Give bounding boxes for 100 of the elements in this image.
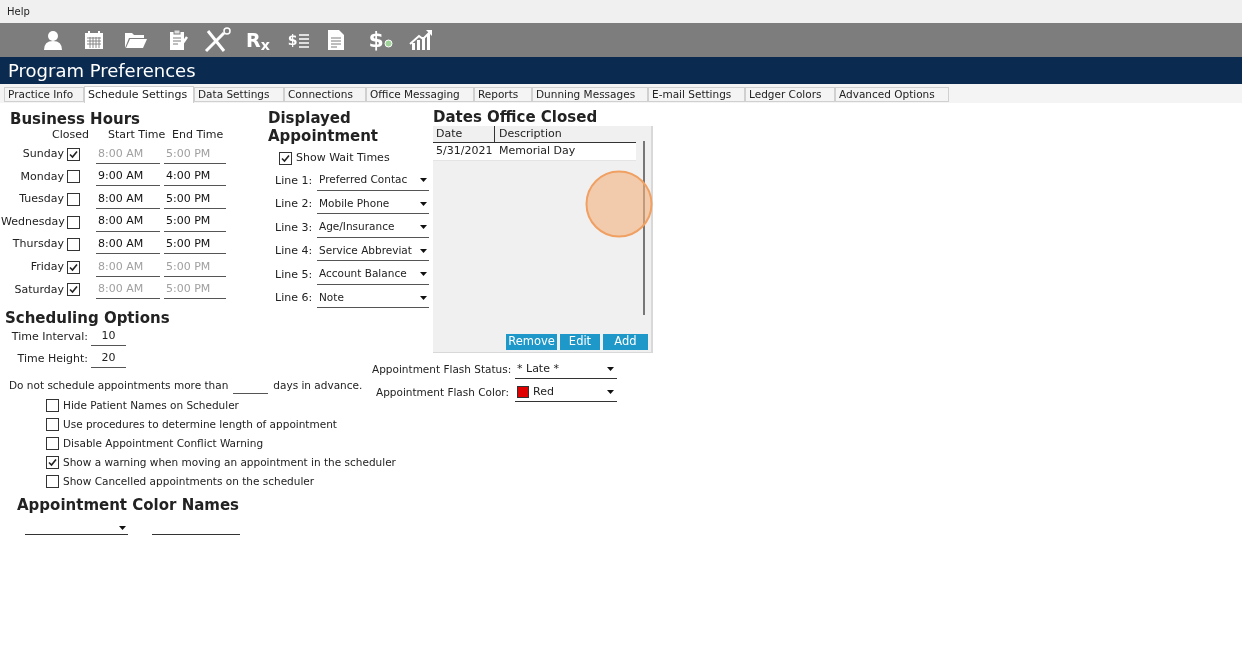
column-header: Closed — [52, 126, 90, 143]
dropdown[interactable]: Preferred Contac — [317, 170, 429, 191]
field-label: days in advance. — [273, 378, 363, 394]
tab[interactable]: Schedule Settings — [84, 86, 194, 103]
number-field[interactable]: 20 — [91, 350, 126, 368]
day-label: Tuesday — [18, 191, 65, 208]
column-header: Description — [498, 125, 562, 142]
tab[interactable]: Practice Info — [4, 87, 84, 102]
day-label: Monday — [19, 168, 65, 185]
column-header: End Time — [172, 126, 225, 143]
field-label: Line 6: — [275, 290, 314, 306]
checkbox-label: Use procedures to determine length of appointment — [63, 416, 337, 432]
caret-icon — [420, 178, 427, 183]
tools-icon[interactable] — [204, 27, 232, 53]
start-time-field[interactable]: 9:00 AM — [96, 167, 160, 187]
field-label: Do not schedule appointments more than — [9, 378, 229, 394]
checkbox[interactable] — [46, 399, 59, 413]
checkbox[interactable] — [279, 151, 292, 165]
caret-icon — [420, 201, 427, 206]
day-label: Sunday — [21, 146, 65, 163]
section-heading: Scheduling Options — [5, 310, 171, 327]
tab[interactable]: Data Settings — [194, 87, 284, 102]
window-title: Program Preferences — [8, 61, 196, 80]
dropdown[interactable]: Account Balance — [317, 264, 429, 285]
checkbox-label: Show a warning when moving an appointment in the scheduler — [63, 454, 396, 470]
column-header: Date — [433, 126, 495, 142]
checkbox[interactable] — [67, 238, 80, 252]
checkbox[interactable] — [67, 215, 80, 229]
menu-item[interactable]: Help — [7, 4, 30, 19]
chart-icon[interactable] — [408, 29, 433, 51]
table-cell-text: Memorial Day — [498, 143, 576, 160]
checkbox[interactable] — [67, 193, 80, 206]
clipboard-icon[interactable] — [168, 29, 188, 51]
click-indicator — [585, 170, 653, 238]
field-label: Line 2: — [275, 196, 314, 212]
start-time-field[interactable]: 8:00 AM — [96, 235, 160, 255]
checkbox[interactable] — [67, 147, 80, 161]
dropdown[interactable]: Note — [317, 288, 429, 309]
section-heading: Dates Office Closed — [433, 109, 599, 125]
dropdown[interactable]: Service Abbreviat — [317, 241, 429, 262]
checkbox-label: Disable Appointment Conflict Warning — [63, 435, 264, 451]
number-field[interactable]: 10 — [91, 328, 126, 346]
caret-icon — [420, 225, 427, 230]
tab[interactable]: Reports — [474, 87, 532, 102]
end-time-field[interactable]: 5:00 PM — [164, 212, 226, 232]
checkbox[interactable] — [46, 456, 59, 470]
checkbox[interactable] — [67, 170, 80, 184]
field-label: Line 4: — [275, 243, 314, 259]
folder-icon[interactable] — [124, 31, 148, 49]
scrollbar[interactable] — [643, 141, 645, 315]
field-label: Appointment Flash Status: — [372, 361, 513, 377]
section-heading: Appointment Color Names — [16, 497, 241, 514]
day-label: Wednesday — [1, 213, 66, 230]
calendar-icon[interactable] — [84, 30, 104, 50]
caret-icon — [420, 295, 427, 300]
tab[interactable]: Ledger Colors — [745, 87, 835, 102]
day-label: Saturday — [13, 281, 65, 298]
field-label: Line 3: — [275, 219, 314, 236]
document-icon[interactable] — [326, 29, 345, 51]
start-time-field[interactable]: 8:00 AM — [96, 190, 160, 209]
dropdown[interactable]: Red — [515, 383, 617, 403]
section-heading: Business Hours — [10, 111, 141, 127]
dropdown[interactable]: Age/Insurance — [317, 217, 429, 238]
end-time-field[interactable]: 4:00 PM — [164, 167, 226, 187]
field-label: Appointment Flash Color: — [374, 384, 510, 400]
tab[interactable]: E-mail Settings — [648, 87, 745, 102]
tab[interactable]: Connections — [284, 87, 366, 102]
tab[interactable]: Dunning Messages — [532, 87, 648, 102]
caret-icon — [119, 525, 126, 530]
checkbox-label: Show Wait Times — [296, 149, 390, 166]
day-label: Thursday — [11, 236, 65, 253]
column-header: Start Time — [108, 126, 167, 143]
day-label: Friday — [29, 259, 65, 275]
section-heading: Displayed Appointment — [268, 109, 378, 145]
tab[interactable]: Advanced Options — [835, 87, 949, 102]
checkbox[interactable] — [46, 475, 59, 489]
checkbox-label: Show Cancelled appointments on the scheduler — [63, 473, 315, 489]
caret-icon — [420, 272, 427, 277]
checkbox[interactable] — [46, 418, 59, 432]
end-time-field[interactable]: 5:00 PM — [164, 235, 226, 255]
field-label: Line 5: — [275, 266, 314, 283]
dropdown[interactable]: Mobile Phone — [317, 194, 429, 215]
table-row[interactable]: 5/31/2021 Memorial Day — [433, 143, 636, 161]
table-cell-text: 5/31/2021 — [435, 143, 494, 160]
tab[interactable]: Office Messaging — [366, 87, 474, 102]
checkbox[interactable] — [67, 283, 80, 297]
end-time-field[interactable]: 5:00 PM — [164, 190, 226, 209]
field-label: Time Height: — [16, 350, 89, 367]
field-label: Line 1: — [275, 172, 314, 189]
caret-icon — [420, 248, 427, 253]
person-icon[interactable] — [42, 29, 64, 51]
start-time-field[interactable]: 8:00 AM — [96, 212, 160, 232]
checkbox-label: Hide Patient Names on Scheduler — [63, 397, 239, 413]
field-label: Time Interval: — [10, 328, 89, 345]
checkbox[interactable] — [46, 437, 59, 451]
caret-icon — [607, 390, 614, 395]
caret-icon — [607, 367, 614, 372]
rx-icon[interactable]: R$_{x}$ — [246, 30, 270, 50]
checkbox[interactable] — [67, 260, 80, 274]
dropdown[interactable]: * Late * — [515, 360, 617, 380]
